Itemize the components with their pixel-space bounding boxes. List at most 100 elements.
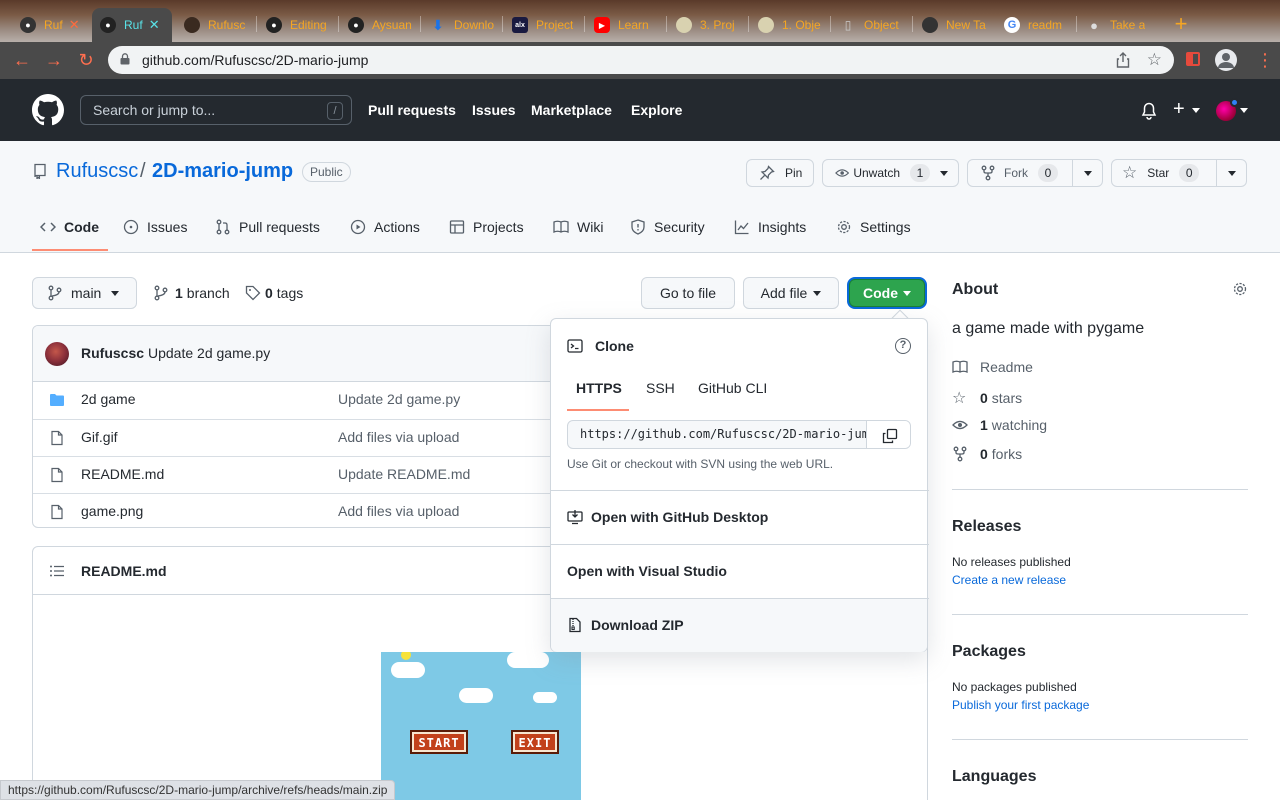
nav-issues[interactable]: Issues xyxy=(472,102,516,118)
releases-heading[interactable]: Releases xyxy=(952,518,1021,536)
repo-name-link[interactable]: 2D-mario-jump xyxy=(152,160,293,183)
file-name[interactable]: 2d game xyxy=(81,391,135,407)
clone-tab-ssh[interactable]: SSH xyxy=(646,380,675,396)
browser-tab[interactable]: alx Project xyxy=(504,8,584,42)
question-icon[interactable]: ? xyxy=(895,338,911,354)
tab-divider xyxy=(420,16,421,32)
go-to-file-button[interactable]: Go to file xyxy=(641,277,735,309)
file-name[interactable]: Gif.gif xyxy=(81,429,118,445)
download-zip-button[interactable]: Download ZIP xyxy=(567,617,684,633)
code-button[interactable]: Code xyxy=(849,279,925,307)
clone-tab-https[interactable]: HTTPS xyxy=(576,380,622,396)
notifications-bell-icon[interactable] xyxy=(1141,102,1157,120)
browser-tab[interactable]: 1. Obje xyxy=(750,8,830,42)
branches-link[interactable]: 1 branch xyxy=(153,285,230,301)
tags-link[interactable]: 0 tags xyxy=(245,285,303,301)
create-release-link[interactable]: Create a new release xyxy=(952,573,1066,587)
cloud-shape xyxy=(459,688,493,703)
browser-tab[interactable]: ● Editing xyxy=(258,8,338,42)
browser-tab[interactable]: Rufusc xyxy=(176,8,256,42)
browser-tab[interactable]: ⬇ Downlo xyxy=(422,8,502,42)
file-name[interactable]: game.png xyxy=(81,503,143,519)
star-count: 0 xyxy=(1179,164,1200,182)
readme-link[interactable]: Readme xyxy=(952,359,1033,375)
back-icon[interactable]: ← xyxy=(11,49,33,71)
tab-wiki[interactable]: Wiki xyxy=(553,219,603,235)
clone-url-input[interactable]: https://github.com/Rufuscsc/2D-mario-jum… xyxy=(567,420,911,449)
browser-profile-icon[interactable] xyxy=(1215,49,1237,71)
repo-owner-link[interactable]: Rufuscsc xyxy=(56,160,138,183)
star-button[interactable]: ☆ Star 0 xyxy=(1111,159,1247,187)
commit-author[interactable]: Rufuscsc xyxy=(81,345,144,361)
watching-link[interactable]: 1 watching xyxy=(952,417,1047,433)
chevron-down-icon xyxy=(940,170,948,176)
browser-tab[interactable]: ▯ Object xyxy=(832,8,912,42)
tab-actions[interactable]: Actions xyxy=(350,219,420,235)
clone-tab-github-cli[interactable]: GitHub CLI xyxy=(698,380,767,396)
file-commit-message[interactable]: Update 2d game.py xyxy=(338,391,460,407)
nav-pull-requests[interactable]: Pull requests xyxy=(368,102,456,118)
nav-marketplace[interactable]: Marketplace xyxy=(531,102,612,118)
tab-settings[interactable]: Settings xyxy=(836,219,911,235)
browser-menu-icon[interactable]: ⋮ xyxy=(1256,50,1274,70)
browser-tab[interactable]: New Ta xyxy=(914,8,994,42)
tab-insights[interactable]: Insights xyxy=(734,219,806,235)
pin-button[interactable]: Pin xyxy=(746,159,814,187)
browser-tab-active[interactable]: ● Ruf ✕ xyxy=(92,8,172,42)
file-name[interactable]: README.md xyxy=(81,466,164,482)
address-bar[interactable]: github.com/Rufuscsc/2D-mario-jump ☆ xyxy=(108,46,1174,74)
tab-pull-requests[interactable]: Pull requests xyxy=(215,219,320,235)
nav-explore[interactable]: Explore xyxy=(631,102,682,118)
open-github-desktop-button[interactable]: Open with GitHub Desktop xyxy=(567,509,768,525)
file-commit-message[interactable]: Add files via upload xyxy=(338,503,459,519)
browser-tab[interactable]: ● Take a xyxy=(1078,8,1160,42)
packages-heading[interactable]: Packages xyxy=(952,643,1026,661)
new-tab-icon[interactable]: + xyxy=(1168,12,1194,38)
tab-security[interactable]: Security xyxy=(630,219,705,235)
apple-icon: ● xyxy=(1090,17,1098,33)
star-dropdown-toggle[interactable] xyxy=(1216,160,1246,186)
create-new-caret-icon[interactable] xyxy=(1192,108,1200,113)
book-icon xyxy=(553,220,569,233)
browser-tab[interactable]: G readm xyxy=(996,8,1076,42)
commit-message[interactable]: Update 2d game.py xyxy=(148,345,270,361)
alx-favicon-icon: alx xyxy=(512,17,528,33)
fork-button[interactable]: Fork 0 xyxy=(967,159,1103,187)
gear-icon[interactable] xyxy=(1232,281,1248,297)
forks-link[interactable]: 0 forks xyxy=(952,446,1022,462)
fork-dropdown-toggle[interactable] xyxy=(1072,160,1102,186)
commit-author-avatar[interactable] xyxy=(45,342,69,366)
tab-projects[interactable]: Projects xyxy=(449,219,524,235)
browser-tab[interactable]: ● Aysuan xyxy=(340,8,420,42)
pin-icon xyxy=(760,165,775,180)
reload-icon[interactable]: ↻ xyxy=(75,49,97,71)
github-logo-icon[interactable] xyxy=(32,94,64,126)
eye-icon xyxy=(835,169,850,177)
create-new-plus-icon[interactable]: + xyxy=(1173,99,1185,119)
close-tab-icon[interactable]: ✕ xyxy=(69,17,80,33)
open-visual-studio-button[interactable]: Open with Visual Studio xyxy=(567,563,727,579)
tab-code[interactable]: Code xyxy=(40,219,99,235)
forward-icon[interactable]: → xyxy=(43,49,65,71)
file-commit-message[interactable]: Add files via upload xyxy=(338,429,459,445)
user-menu-caret-icon[interactable] xyxy=(1240,108,1248,113)
copy-button[interactable] xyxy=(866,421,910,448)
branch-select-button[interactable]: main xyxy=(32,277,137,309)
close-tab-icon[interactable]: ✕ xyxy=(149,17,160,33)
browser-tab[interactable]: 3. Proj xyxy=(668,8,748,42)
add-file-button[interactable]: Add file xyxy=(743,277,839,309)
file-commit-message[interactable]: Update README.md xyxy=(338,466,470,482)
publish-package-link[interactable]: Publish your first package xyxy=(952,698,1089,712)
browser-tab[interactable]: ● Ruf ✕ xyxy=(12,8,90,42)
tab-divider xyxy=(912,16,913,32)
bookmark-star-icon[interactable]: ☆ xyxy=(1147,50,1162,70)
stars-link[interactable]: ☆ 0 stars xyxy=(952,388,1022,408)
extension-icon[interactable] xyxy=(1186,52,1200,66)
folder-icon xyxy=(50,394,64,406)
unwatch-button[interactable]: Unwatch 1 xyxy=(822,159,959,187)
share-icon[interactable] xyxy=(1116,52,1130,68)
browser-tab[interactable]: ▶ Learn xyxy=(586,8,666,42)
github-search-input[interactable]: Search or jump to... / xyxy=(80,95,352,125)
list-unordered-icon[interactable] xyxy=(49,563,65,579)
tab-issues[interactable]: Issues xyxy=(123,219,187,235)
